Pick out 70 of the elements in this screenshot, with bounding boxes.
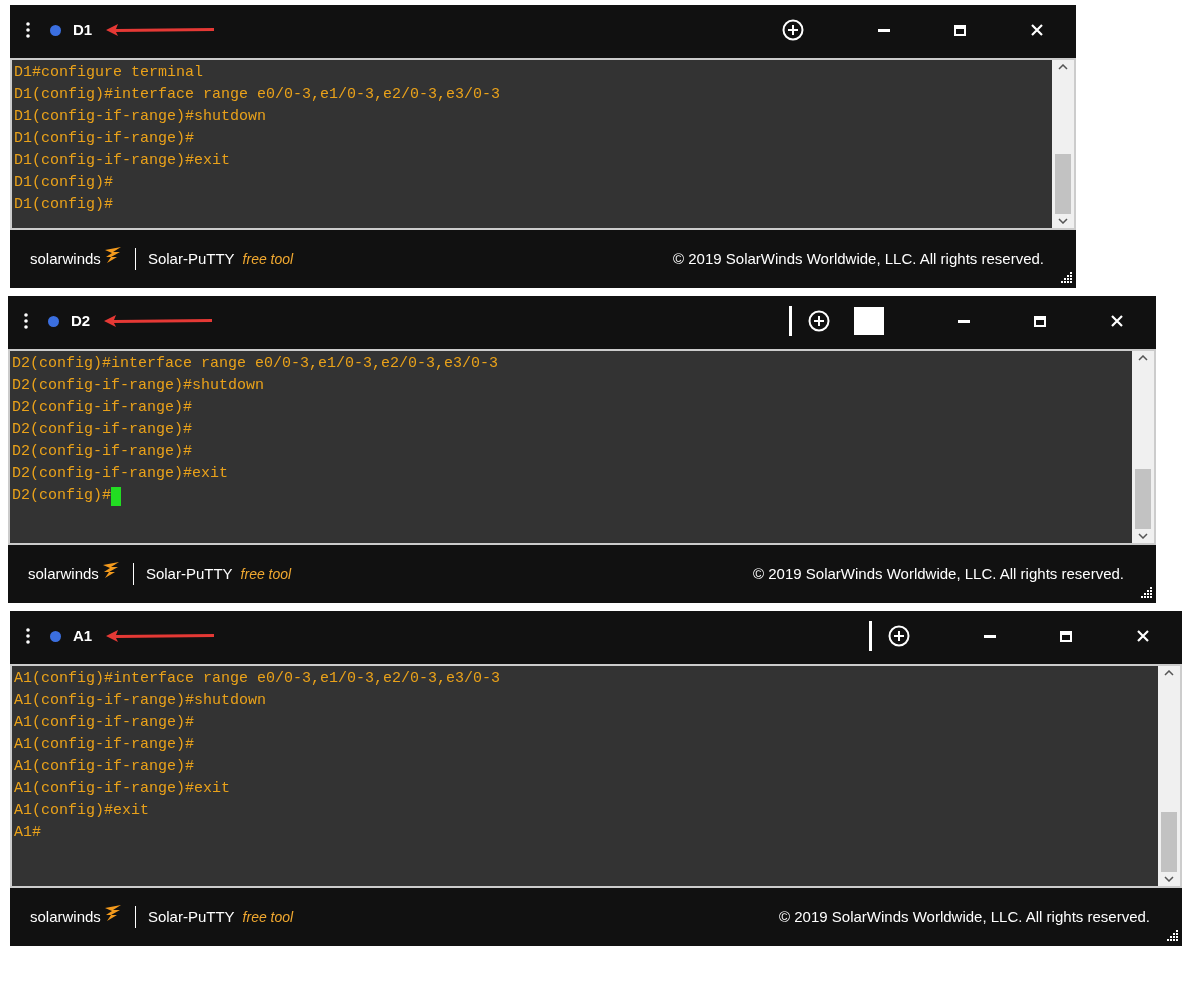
terminal-line: A1# <box>14 823 41 843</box>
close-icon[interactable] <box>1110 314 1124 328</box>
caret-down-icon[interactable] <box>1058 218 1068 224</box>
terminal-line: A1(config-if-range)# <box>14 735 195 755</box>
scrollbar[interactable] <box>1158 666 1180 886</box>
resize-grip-icon[interactable] <box>1140 587 1152 599</box>
close-icon[interactable] <box>1030 23 1044 37</box>
terminal-line: D2(config-if-range)# <box>12 420 193 440</box>
product-name: Solar-PuTTY <box>145 563 233 584</box>
brand-logo: solarwinds <box>28 563 99 584</box>
session-tab[interactable]: D1 <box>73 18 93 42</box>
terminal-line: D2(config)# <box>12 486 112 506</box>
caret-down-icon[interactable] <box>1164 876 1174 882</box>
scrollbar-thumb[interactable] <box>1135 469 1151 529</box>
terminal-line: A1(config)#interface range e0/0-3,e1/0-3,e2/0-3,e3/0-3 <box>14 669 501 689</box>
scrollbar[interactable] <box>1052 60 1074 228</box>
terminal-line: D1(config-if-range)#shutdown <box>14 107 267 127</box>
arrow-icon <box>104 23 217 37</box>
terminal-line: A1(config-if-range)#exit <box>14 779 231 799</box>
maximize-icon[interactable] <box>1034 315 1046 327</box>
product-name: Solar-PuTTY <box>147 906 235 927</box>
terminal-line: D2(config-if-range)#exit <box>12 464 229 484</box>
copyright-text: © 2019 SolarWinds Worldwide, LLC. All rights reserved. <box>673 248 1044 269</box>
scrollbar-thumb[interactable] <box>1161 812 1177 872</box>
product-name: Solar-PuTTY <box>147 248 235 269</box>
maximize-icon[interactable] <box>1060 630 1072 642</box>
caret-down-icon[interactable] <box>1138 533 1148 539</box>
maximize-icon[interactable] <box>954 24 966 36</box>
terminal-line: A1(config-if-range)#shutdown <box>14 691 267 711</box>
scrollbar[interactable] <box>1132 351 1154 543</box>
session-tab[interactable]: D2 <box>71 309 91 333</box>
resize-grip-icon[interactable] <box>1166 930 1178 942</box>
resize-grip-icon[interactable] <box>1060 272 1072 284</box>
terminal-line: A1(config-if-range)# <box>14 713 195 733</box>
add-icon[interactable] <box>808 310 830 332</box>
copyright-text: © 2019 SolarWinds Worldwide, LLC. All rights reserved. <box>753 563 1124 584</box>
more-icon[interactable] <box>26 628 30 644</box>
terminal-line: D2(config)#interface range e0/0-3,e1/0-3,e2/0-3,e3/0-3 <box>12 354 499 374</box>
brand-logo: solarwinds <box>30 906 101 927</box>
terminal-line: D1#configure terminal <box>14 63 204 83</box>
arrow-icon <box>104 629 217 643</box>
more-icon[interactable] <box>26 22 30 38</box>
terminal-line: A1(config-if-range)# <box>14 757 195 777</box>
caret-up-icon[interactable] <box>1138 355 1148 361</box>
terminal-line: D2(config-if-range)# <box>12 442 193 462</box>
minimize-icon[interactable] <box>984 634 996 638</box>
terminal-line: A1(config)#exit <box>14 801 150 821</box>
terminal-line: D1(config-if-range)#exit <box>14 151 231 171</box>
terminal-line: D1(config)#interface range e0/0-3,e1/0-3,e2/0-3,e3/0-3 <box>14 85 501 105</box>
terminal-line: D1(config-if-range)# <box>14 129 195 149</box>
free-tool-label: free tool <box>242 249 294 269</box>
terminal-line: D1(config)# <box>14 173 114 193</box>
terminal-line: D2(config-if-range)#shutdown <box>12 376 265 396</box>
terminal-line: D2(config-if-range)# <box>12 398 193 418</box>
session-tab[interactable]: A1 <box>73 624 93 648</box>
close-icon[interactable] <box>1136 629 1150 643</box>
scrollbar-thumb[interactable] <box>1055 154 1071 214</box>
caret-up-icon[interactable] <box>1058 64 1068 70</box>
minimize-icon[interactable] <box>878 28 890 32</box>
copyright-text: © 2019 SolarWinds Worldwide, LLC. All rights reserved. <box>779 906 1150 927</box>
free-tool-label: free tool <box>242 907 294 927</box>
add-icon[interactable] <box>782 19 804 41</box>
brand-logo: solarwinds <box>30 248 101 269</box>
terminal-line: D1(config)# <box>14 195 114 215</box>
arrow-icon <box>102 314 215 328</box>
minimize-icon[interactable] <box>958 319 970 323</box>
add-icon[interactable] <box>888 625 910 647</box>
free-tool-label: free tool <box>240 564 292 584</box>
more-icon[interactable] <box>24 313 28 329</box>
caret-up-icon[interactable] <box>1164 670 1174 676</box>
